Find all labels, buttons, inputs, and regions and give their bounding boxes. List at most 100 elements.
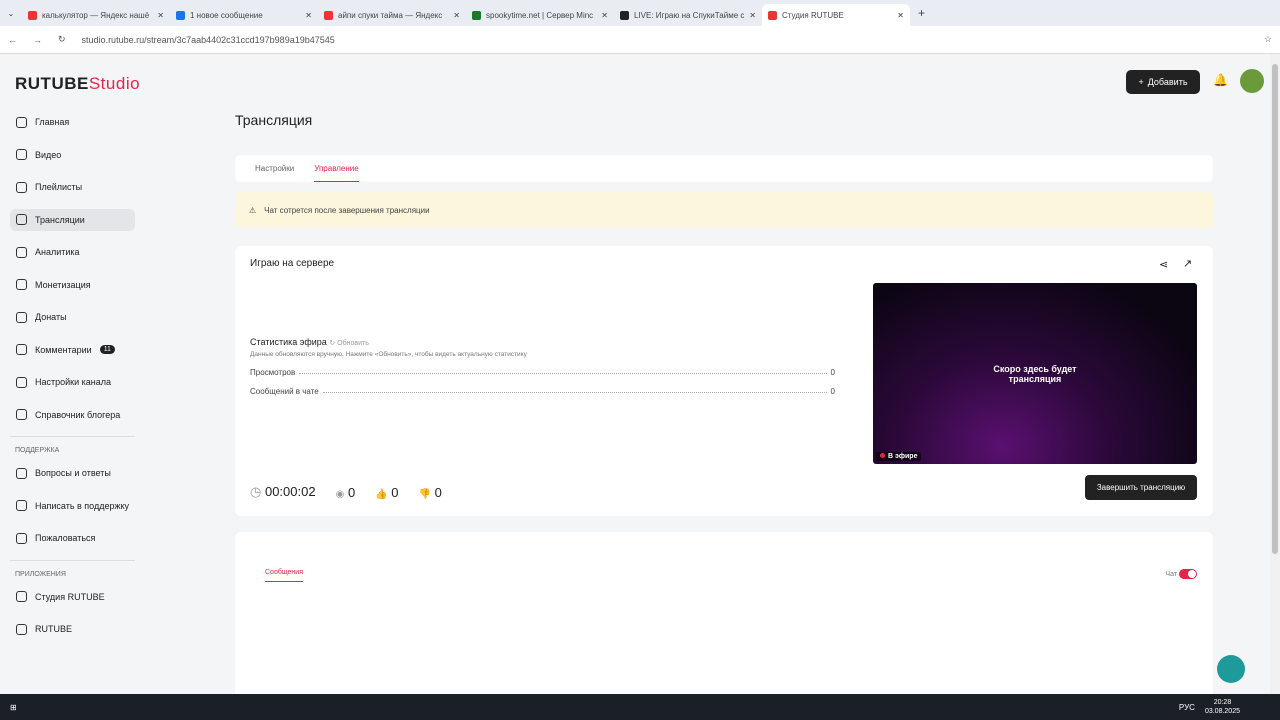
refresh-button[interactable]: ↻ Обновить	[329, 340, 369, 347]
tab-title: айпи спуки тайма — Яндекс	[338, 10, 443, 20]
scrollbar[interactable]	[1270, 54, 1280, 694]
back-icon[interactable]: ←	[8, 35, 17, 45]
studio-page: RUTUBEStudio Главная Видео Плейлисты Тра…	[0, 54, 1270, 702]
message-icon	[176, 10, 185, 20]
sidebar-item-comments[interactable]: Комментарии 11	[10, 339, 135, 361]
chat-support-button[interactable]	[1217, 655, 1245, 683]
viewer-icon: ◉	[335, 488, 345, 500]
likes: 👍 0	[375, 485, 398, 500]
end-stream-button[interactable]: Завершить трансляцию	[1085, 475, 1197, 500]
rutube-studio-logo[interactable]: RUTUBEStudio	[15, 74, 140, 94]
stream-card: Играю на сервере ⋖ ↗ Статистика эфира ↻ …	[235, 246, 1213, 516]
video-placeholder-text: Скоро здесь будет трансляция	[993, 363, 1077, 384]
browser-tab[interactable]: айпи спуки тайма — Яндекс ✕	[318, 4, 466, 26]
tab-title: Студия RUTUBE	[782, 10, 844, 20]
sidebar-item-label: Трансляции	[35, 214, 85, 225]
start-icon[interactable]: ⊞	[10, 703, 17, 712]
sidebar-item-label: Вопросы и ответы	[35, 468, 111, 478]
bell-icon[interactable]: 🔔	[1213, 73, 1228, 87]
divider	[10, 559, 135, 561]
warning-text: Чат сотрется после завершения трансляции	[264, 205, 430, 215]
browser-tabbar: ⌄ калькулятор — Яндекс нашё ✕ 1 новое соо…	[0, 0, 1280, 26]
avatar[interactable]	[1240, 69, 1264, 93]
timer: ◷ 00:00:02	[250, 484, 316, 500]
sidebar-item-streams[interactable]: Трансляции	[10, 208, 135, 231]
chat-card: Сообщения Чат	[235, 532, 1213, 702]
browser-tab[interactable]: калькулятор — Яндекс нашё ✕	[22, 4, 170, 26]
new-tab-button[interactable]: +	[918, 6, 925, 20]
video-icon	[16, 149, 27, 160]
sidebar-item-playlists[interactable]: Плейлисты	[10, 176, 135, 198]
dislikes-value: 0	[434, 484, 442, 500]
browser-tab[interactable]: spookytime.net | Сервер Minc ✕	[466, 4, 614, 26]
stat-value: 0	[830, 368, 835, 377]
sidebar-item-monetization[interactable]: Монетизация	[10, 274, 135, 296]
yandex-icon	[28, 10, 37, 20]
sidebar-item-label: Монетизация	[35, 279, 91, 290]
divider	[10, 436, 135, 437]
sidebar-item-rutube-app[interactable]: RUTUBE	[10, 618, 135, 640]
browser-tab[interactable]: LIVE: Играю на СпукиТайме с ✕	[614, 4, 762, 26]
dislikes: 👎 0	[418, 485, 441, 500]
stream-metrics: ◷ 00:00:02 ◉ 0 👍 0 👎 0	[250, 484, 442, 500]
share-icon[interactable]: ⋖	[1159, 258, 1168, 271]
url-input[interactable]: studio.rutube.ru/stream/3c7aab4402c31ccd…	[82, 35, 335, 45]
question-icon	[16, 467, 27, 479]
reload-icon[interactable]: ↻	[58, 34, 66, 45]
viewers: ◉ 0	[336, 485, 356, 500]
clock[interactable]: 20:28 03.08.2025	[1205, 698, 1240, 716]
close-icon[interactable]: ✕	[749, 11, 756, 20]
close-icon[interactable]: ✕	[453, 11, 460, 20]
chat-toggle[interactable]: Чат	[1165, 569, 1197, 579]
sidebar-item-label: Главная	[35, 117, 70, 127]
stream-title: Играю на сервере	[250, 258, 335, 269]
analytics-icon	[16, 246, 27, 258]
tab-list-icon[interactable]: ⌄	[0, 9, 22, 18]
stats-note: Данные обновляются вручную. Нажмите «Обн…	[250, 351, 527, 358]
tab-management[interactable]: Управление	[314, 156, 359, 182]
sidebar-item-donations[interactable]: Донаты	[10, 306, 135, 328]
chat-warning: ⚠ Чат сотрется после завершения трансляци…	[235, 192, 1213, 228]
stream-stats: Статистика эфира ↻ Обновить Данные обнов…	[250, 337, 835, 396]
playlist-icon	[16, 181, 27, 193]
browser-tab[interactable]: 1 новое сообщение ✕	[170, 4, 318, 26]
thumbs-up-icon: 👍	[375, 488, 388, 500]
stat-label: Сообщений в чате	[250, 387, 319, 396]
section-apps: ПРИЛОЖЕНИЯ	[15, 570, 66, 578]
close-icon[interactable]: ✕	[305, 11, 312, 20]
page-title: Трансляция	[235, 112, 313, 128]
bookmark-icon[interactable]: ☆	[1264, 34, 1272, 45]
flag-icon	[16, 532, 27, 544]
sidebar-item-analytics[interactable]: Аналитика	[10, 241, 135, 263]
add-button[interactable]: + Добавить	[1126, 70, 1200, 94]
close-icon[interactable]: ✕	[157, 11, 164, 20]
sidebar-item-home[interactable]: Главная	[10, 111, 135, 133]
comments-badge: 11	[99, 345, 115, 354]
forward-icon[interactable]: →	[33, 35, 42, 45]
sidebar-item-contact-support[interactable]: Написать в поддержку	[10, 495, 135, 517]
sidebar-item-label: Аналитика	[35, 247, 80, 257]
sidebar-item-studio-app[interactable]: Студия RUTUBE	[10, 586, 135, 608]
video-preview[interactable]: Скоро здесь будет трансляция В эфире	[873, 283, 1197, 464]
sidebar-item-label: Написать в поддержку	[35, 500, 130, 511]
sidebar-item-report[interactable]: Пожаловаться	[10, 527, 135, 549]
taskbar: ⊞ РУС 20:28 03.08.2025	[0, 694, 1280, 720]
tab-messages[interactable]: Сообщения	[265, 569, 303, 582]
sidebar-item-channel-settings[interactable]: Настройки канала	[10, 371, 135, 393]
toggle-switch[interactable]	[1179, 569, 1197, 579]
sidebar-item-video[interactable]: Видео	[10, 144, 135, 166]
close-icon[interactable]: ✕	[601, 11, 608, 20]
tab-settings[interactable]: Настройки	[255, 164, 294, 173]
external-link-icon[interactable]: ↗	[1183, 257, 1192, 270]
address-bar: ← → ↻ studio.rutube.ru/stream/3c7aab4402c3…	[0, 26, 1280, 54]
timer-value: 00:00:02	[264, 484, 316, 499]
close-icon[interactable]: ✕	[897, 11, 904, 20]
comment-icon	[16, 344, 27, 355]
sidebar-item-faq[interactable]: Вопросы и ответы	[10, 462, 135, 484]
sidebar-item-handbook[interactable]: Справочник блогера	[10, 404, 135, 426]
tab-title: 1 новое сообщение	[190, 10, 263, 20]
language-indicator[interactable]: РУС	[1179, 703, 1195, 712]
likes-value: 0	[391, 484, 399, 500]
book-icon	[16, 409, 27, 420]
browser-tab-active[interactable]: Студия RUTUBE ✕	[762, 4, 910, 26]
